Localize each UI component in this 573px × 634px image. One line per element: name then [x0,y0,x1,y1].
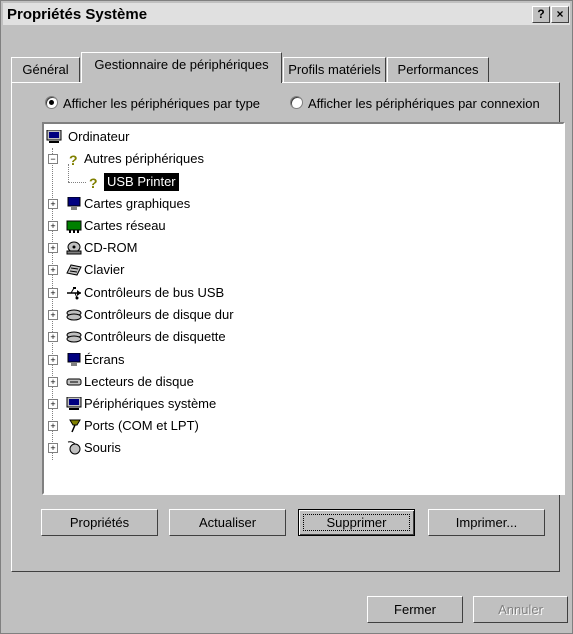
expand-toggle[interactable]: + [48,288,58,298]
tree-item-label: Cartes graphiques [84,196,191,211]
port-icon [69,419,81,433]
tab-device-manager[interactable]: Gestionnaire de périphériques [81,52,282,83]
tree-item-label: Écrans [84,352,125,367]
tree-item-label: CD-ROM [84,240,138,255]
tab-performance[interactable]: Performances [387,57,489,83]
tree-item-label: Périphériques système [84,396,217,411]
tab-general[interactable]: Général [11,57,80,83]
tree-connector [68,182,86,184]
expand-toggle[interactable]: + [48,399,58,409]
properties-button[interactable]: Propriétés [41,509,158,536]
disk-controller-icon [66,309,82,321]
unknown-device-icon: ? [69,152,78,166]
expand-toggle[interactable]: + [48,310,58,320]
collapse-toggle[interactable]: − [48,154,58,164]
radio-by-connection-label: Afficher les périphériques par connexion [308,96,540,111]
close-window-button[interactable]: × [551,6,569,23]
computer-icon [46,130,62,143]
expand-toggle[interactable]: + [48,377,58,387]
radio-by-connection[interactable]: Afficher les périphériques par connexion [290,96,540,111]
tree-item-label: Cartes réseau [84,218,166,233]
system-properties-window: Propriétés Système ? × Général Gestionna… [0,0,573,634]
tree-item-label-selected: USB Printer [104,173,179,191]
keyboard-icon [66,264,82,276]
title-bar[interactable]: Propriétés Système ? × [3,3,570,25]
radio-by-type-label: Afficher les périphériques par type [63,96,261,111]
tree-item-label: Souris [84,440,121,455]
unknown-device-icon: ? [89,175,98,189]
radio-indicator-selected [45,96,58,109]
tree-item-label: Ports (COM et LPT) [84,418,199,433]
svg-text:?: ? [89,175,98,189]
tree-root-label: Ordinateur [68,129,130,144]
tree-item-label: Contrôleurs de disque dur [84,307,234,322]
close-button[interactable]: Fermer [367,596,463,623]
tree-item-label: Contrôleurs de bus USB [84,285,225,300]
tree-item-label: Lecteurs de disque [84,374,194,389]
cancel-button: Annuler [473,596,568,623]
refresh-button[interactable]: Actualiser [169,509,286,536]
tree-connector [52,148,54,460]
tree-item-label: Contrôleurs de disquette [84,329,226,344]
help-button[interactable]: ? [532,6,550,23]
mouse-icon [67,441,81,455]
svg-text:?: ? [69,152,78,166]
system-device-icon [66,397,82,410]
expand-toggle[interactable]: + [48,421,58,431]
expand-toggle[interactable]: + [48,332,58,342]
tab-hardware-profiles[interactable]: Profils matériels [283,57,386,83]
remove-button-label: Supprimer [299,510,414,535]
expand-toggle[interactable]: + [48,355,58,365]
window-title: Propriétés Système [7,6,148,23]
expand-toggle[interactable]: + [48,199,58,209]
usb-icon [67,287,81,300]
expand-toggle[interactable]: + [48,221,58,231]
cdrom-icon [66,241,82,255]
monitor-icon [67,353,81,366]
radio-by-type[interactable]: Afficher les périphériques par type [45,96,260,111]
monitor-icon [67,197,81,210]
network-card-icon [66,220,82,233]
tree-connector [68,164,70,182]
expand-toggle[interactable]: + [48,443,58,453]
radio-indicator [290,96,303,109]
expand-toggle[interactable]: + [48,265,58,275]
print-button[interactable]: Imprimer... [428,509,545,536]
tree-item-label: Clavier [84,262,125,277]
disk-drive-icon [66,378,82,386]
device-tree[interactable]: Ordinateur − ? Autres périphériques ? US… [42,122,565,495]
floppy-controller-icon [66,331,82,343]
tree-item-label: Autres périphériques [84,151,204,166]
remove-button[interactable]: Supprimer [298,509,415,536]
expand-toggle[interactable]: + [48,243,58,253]
